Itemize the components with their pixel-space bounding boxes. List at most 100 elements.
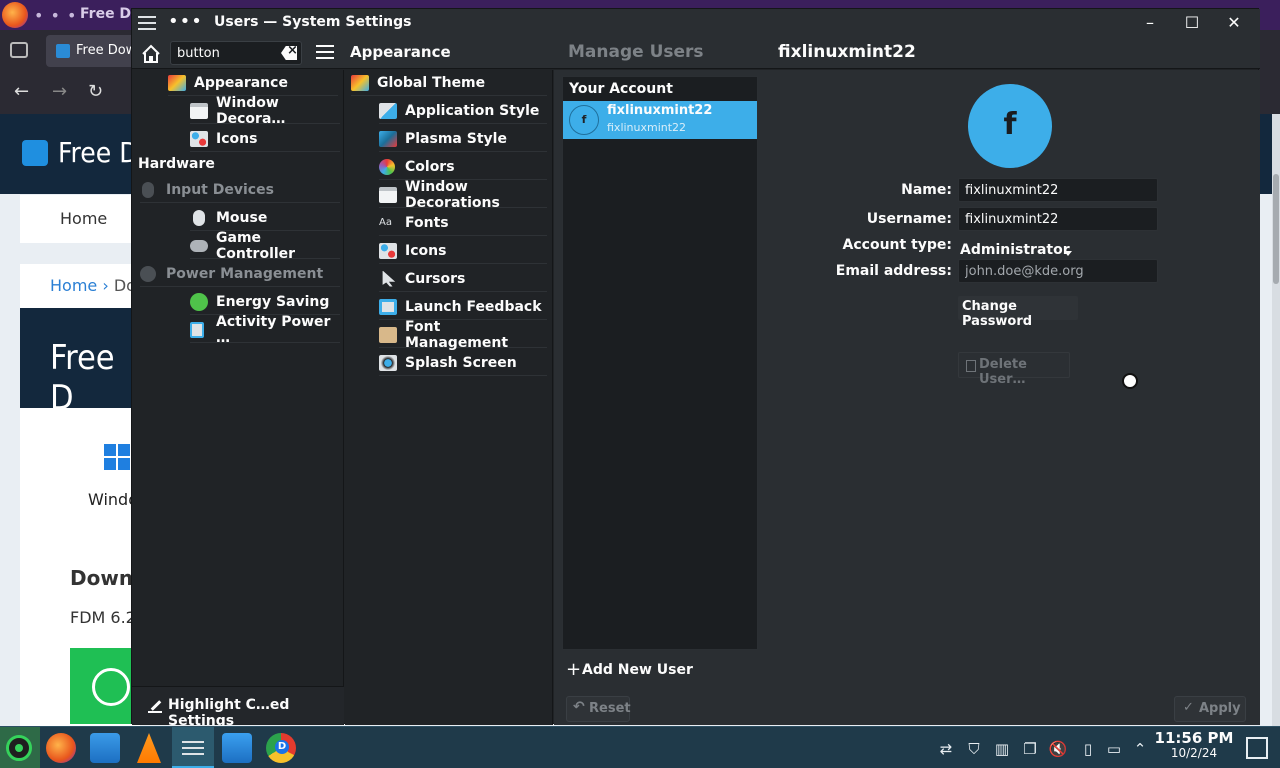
download-heading: Downl — [70, 566, 140, 590]
appearance-item-label: Plasma Style — [405, 130, 507, 147]
avatar: f — [569, 105, 599, 135]
window-titlebar[interactable]: ••• Users — System Settings – ☐ ✕ — [132, 9, 1260, 37]
pencil-icon — [148, 699, 162, 713]
app-launcher-icon[interactable] — [6, 735, 32, 761]
appearance-item-launch-feedback[interactable]: Launch Feedback — [379, 294, 547, 320]
site-brand[interactable]: Free D — [58, 136, 139, 169]
your-account-header: Your Account — [569, 81, 673, 97]
highlight-changed-settings-button[interactable]: Highlight C…ed Settings — [132, 686, 344, 729]
hamburger-menu-icon[interactable] — [316, 45, 334, 59]
username-field[interactable] — [958, 207, 1158, 231]
software-store-icon[interactable] — [222, 733, 252, 763]
email-field[interactable] — [958, 259, 1158, 283]
clock[interactable]: 11:56 PM 10/2/24 — [1154, 729, 1234, 760]
firefox-taskbar-icon[interactable] — [46, 733, 76, 763]
mouse-icon — [142, 181, 154, 198]
appearance-item-application-style[interactable]: Application Style — [379, 98, 547, 124]
volume-muted-icon[interactable]: 🔇 — [1048, 739, 1068, 759]
brush-icon — [379, 102, 397, 119]
back-icon[interactable]: ← — [14, 81, 29, 102]
search-field[interactable] — [170, 41, 302, 65]
minimize-icon[interactable]: – — [1138, 12, 1162, 34]
sidebar-item-window-decorations[interactable]: Window Decora… — [190, 95, 340, 127]
vlc-icon[interactable] — [137, 733, 161, 763]
breadcrumb-home[interactable]: Home — [50, 276, 97, 295]
display-icon[interactable]: ▭ — [1104, 739, 1124, 759]
browser-scrollbar[interactable] — [1272, 114, 1280, 726]
user-avatar-button[interactable]: f — [968, 84, 1052, 168]
sidebar-item-power-management[interactable]: Power Management — [140, 261, 340, 287]
hero-title: Free D — [20, 308, 140, 418]
chevron-down-icon — [1064, 251, 1072, 256]
reload-icon[interactable]: ↻ — [88, 81, 103, 102]
user-page-title: fixlinuxmint22 — [778, 42, 916, 62]
appearance-item-cursors[interactable]: Cursors — [379, 266, 547, 292]
appearance-item-global-theme[interactable]: Global Theme — [351, 70, 547, 96]
sidebar-item-label: Appearance — [194, 74, 288, 91]
appearance-item-window-decorations[interactable]: Window Decorations — [379, 178, 547, 211]
shield-icon[interactable]: ⛉ — [964, 739, 984, 759]
name-label: Name: — [901, 182, 952, 198]
appearance-item-icons[interactable]: Icons — [379, 238, 547, 264]
sidebar-item-mouse[interactable]: Mouse — [190, 205, 340, 231]
sidebar-item-energy-saving[interactable]: Energy Saving — [190, 289, 340, 315]
appearance-item-label: Colors — [405, 158, 455, 175]
browser-menu-dots-icon[interactable]: • • • — [34, 6, 77, 25]
sidebar-item-appearance[interactable]: Appearance — [168, 70, 338, 96]
sidebar-item-label: Input Devices — [166, 181, 274, 198]
appearance-item-fonts[interactable]: Aa Fonts — [379, 210, 547, 236]
search-input[interactable] — [177, 44, 277, 62]
add-new-user-button[interactable]: Add New User — [562, 659, 693, 686]
close-icon[interactable]: ✕ — [1222, 12, 1246, 34]
delete-user-button[interactable]: Delete User… — [958, 352, 1070, 387]
firefox-icon[interactable] — [2, 2, 28, 28]
tab-overview-icon[interactable] — [10, 42, 28, 58]
tray-expand-icon[interactable]: ⌃ — [1130, 739, 1150, 759]
account-type-value: Administrator — [960, 242, 1070, 258]
user-list-username: fixlinuxmint22 — [607, 121, 687, 134]
appearance-item-label: Window Decorations — [405, 178, 500, 211]
site-home-link[interactable]: Home — [20, 195, 140, 243]
appearance-item-colors[interactable]: Colors — [379, 154, 547, 180]
sidebar-item-icons[interactable]: Icons — [190, 126, 340, 152]
sidebar-item-label: Mouse — [216, 209, 268, 226]
site-logo-icon[interactable] — [22, 140, 48, 166]
sidebar-item-activity-power[interactable]: Activity Power … — [190, 314, 340, 346]
name-field[interactable] — [958, 178, 1158, 202]
sidebar-item-game-controller[interactable]: Game Controller — [190, 230, 340, 262]
sidebar-item-label: Power Management — [166, 265, 324, 282]
window-menu-dots-icon[interactable]: ••• — [168, 11, 203, 32]
system-settings-taskbar-icon[interactable] — [178, 733, 208, 763]
file-manager-icon[interactable] — [90, 733, 120, 763]
appearance-item-label: Font Management — [405, 318, 509, 351]
notes-icon[interactable]: ▥ — [992, 739, 1012, 759]
scrollbar-thumb[interactable] — [1273, 174, 1279, 284]
appearance-item-plasma-style[interactable]: Plasma Style — [379, 126, 547, 152]
change-password-button[interactable]: Change Password — [958, 296, 1078, 329]
clipboard-icon[interactable]: ❐ — [1020, 739, 1040, 759]
apply-button[interactable]: Apply — [1174, 696, 1246, 722]
email-label: Email address: — [835, 263, 952, 279]
clear-search-icon[interactable] — [281, 46, 297, 60]
os-card[interactable]: Windo — [20, 408, 140, 534]
mouse-cursor-icon — [1122, 373, 1138, 389]
appearance-item-splash-screen[interactable]: Splash Screen — [379, 350, 547, 376]
forward-icon[interactable]: → — [52, 81, 67, 102]
clock-date: 10/2/24 — [1170, 746, 1218, 760]
clock-time: 11:56 PM — [1154, 729, 1234, 747]
appearance-item-label: Application Style — [405, 102, 540, 119]
page-title: Manage Users — [568, 42, 704, 62]
gamepad-icon — [190, 239, 208, 252]
chrome-icon[interactable] — [266, 733, 296, 763]
settings-app-icon — [136, 13, 158, 33]
show-desktop-icon[interactable] — [1246, 737, 1268, 759]
appearance-item-font-management[interactable]: Font Management — [379, 318, 547, 351]
battery-tray-icon[interactable]: ▯ — [1078, 739, 1098, 759]
sync-icon[interactable]: ⇄ — [936, 739, 956, 759]
maximize-icon[interactable]: ☐ — [1180, 12, 1204, 34]
sidebar-item-input-devices[interactable]: Input Devices — [140, 177, 340, 203]
home-icon[interactable] — [140, 43, 162, 65]
user-list-item[interactable]: f fixlinuxmint22 fixlinuxmint22 — [563, 101, 757, 139]
users-page: Your Account f fixlinuxmint22 fixlinuxmi… — [554, 70, 1260, 725]
reset-button[interactable]: Reset — [566, 696, 631, 722]
